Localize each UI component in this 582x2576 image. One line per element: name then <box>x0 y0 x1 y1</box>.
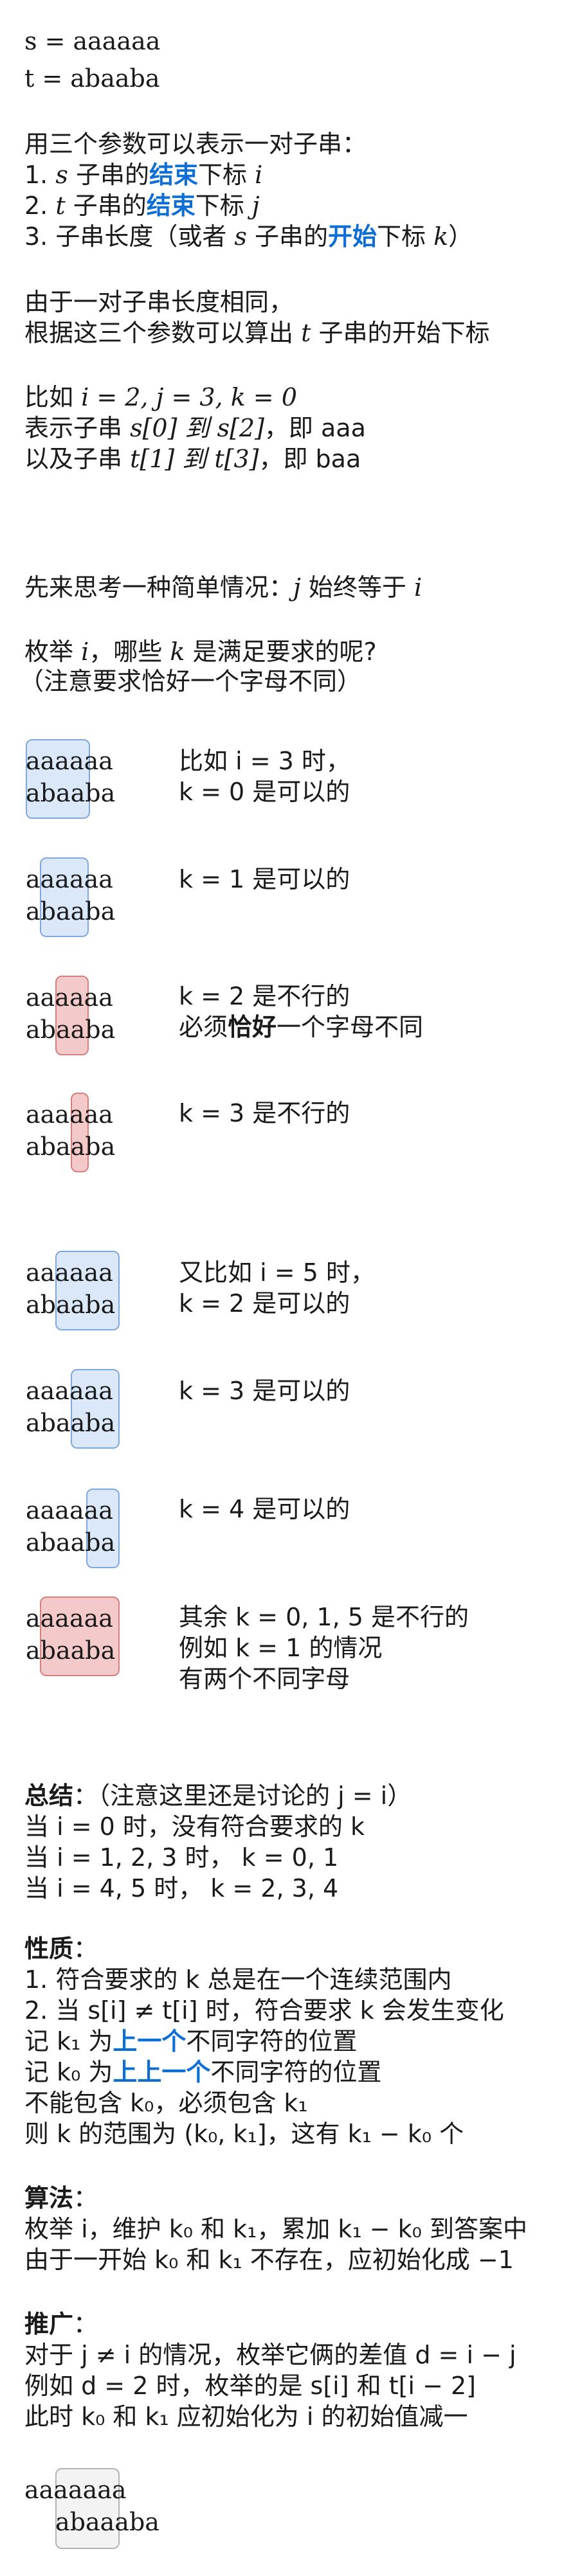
property-line-3: 记 k₁ 为上一个不同字符的位置 <box>24 2027 358 2055</box>
case-6-s: aaaaaa <box>26 1377 113 1405</box>
case-3-t: abaaba <box>26 1015 116 1044</box>
property-line-4: 记 k₀ 为上上一个不同字符的位置 <box>24 2058 382 2086</box>
generalize-title: 推广： <box>24 2310 98 2338</box>
case-1-desc-2: k = 0 是可以的 <box>179 778 350 806</box>
case-1-t: abaaba <box>26 779 116 807</box>
case-8-desc-2: 例如 k = 1 的情况 <box>179 1634 383 1662</box>
case-7-t: abaaba <box>26 1528 116 1557</box>
params-heading: 用三个参数可以表示一对子串： <box>24 130 367 158</box>
summary-line-1: 当 i = 0 时，没有符合要求的 k <box>24 1812 365 1841</box>
case-4-s: aaaaaa <box>26 1100 113 1129</box>
case-6-t: abaaba <box>26 1409 116 1437</box>
algorithm-title: 算法： <box>24 2184 98 2212</box>
param-item-2: 2. t 子串的结束下标 j <box>24 192 260 220</box>
case-1-s: aaaaaa <box>26 747 113 775</box>
case-8-desc-3: 有两个不同字母 <box>179 1665 350 1693</box>
simple-line-1: 先来思考一种简单情况：j 始终等于 i <box>24 573 423 602</box>
case-5-desc-1: 又比如 i = 5 时， <box>179 1258 375 1287</box>
summary-title: 总结：（注意这里还是讨论的 j = i） <box>24 1782 412 1810</box>
simple-line-2: 枚举 i，哪些 k 是满足要求的呢? <box>24 638 377 666</box>
example-line-3: 以及子串 t[1] 到 t[3]，即 baa <box>24 445 361 473</box>
case-4-t: abaaba <box>26 1132 116 1161</box>
summary-line-2: 当 i = 1, 2, 3 时， k = 0, 1 <box>24 1843 339 1872</box>
case-5-s: aaaaaa <box>26 1258 113 1287</box>
reason-line-1: 由于一对子串长度相同， <box>24 288 294 316</box>
case-7-desc-1: k = 4 是可以的 <box>179 1495 350 1523</box>
t-definition: t = abaaba <box>24 64 160 93</box>
case-2-s: aaaaaa <box>26 865 113 893</box>
case-8-s: aaaaaa <box>26 1604 113 1632</box>
case-8-desc-1: 其余 k = 0, 1, 5 是不行的 <box>179 1603 469 1631</box>
case-7-s: aaaaaa <box>26 1496 113 1525</box>
case-3-s: aaaaaa <box>26 983 113 1012</box>
case-8-t: abaaba <box>26 1636 116 1665</box>
case-2-t: abaaba <box>26 897 116 926</box>
property-line-6: 则 k 的范围为 (k₀, k₁]，这有 k₁ − k₀ 个 <box>24 2120 464 2148</box>
summary-line-3: 当 i = 4, 5 时， k = 2, 3, 4 <box>24 1874 339 1902</box>
final-t: abaaaba <box>55 2508 159 2536</box>
case-3-desc-1: k = 2 是不行的 <box>179 982 350 1010</box>
property-line-2: 2. 当 s[i] ≠ t[i] 时，符合要求 k 会发生变化 <box>24 1996 504 2025</box>
final-s: aaaaaaa <box>24 2476 127 2504</box>
case-4-desc-1: k = 3 是不行的 <box>179 1099 350 1127</box>
param-item-3: 3. 子串长度（或者 s 子串的开始下标 k） <box>24 222 473 251</box>
generalize-line-3: 此时 k₀ 和 k₁ 应初始化为 i 的初始值减一 <box>24 2402 468 2431</box>
case-2-desc-1: k = 1 是可以的 <box>179 865 350 893</box>
case-5-t: abaaba <box>26 1291 116 1319</box>
generalize-line-1: 对于 j ≠ i 的情况，枚举它俩的差值 d = i − j <box>24 2341 516 2369</box>
simple-line-3: （注意要求恰好一个字母不同） <box>19 667 362 695</box>
property-line-5: 不能包含 k₀，必须包含 k₁ <box>24 2089 308 2117</box>
case-1-desc-1: 比如 i = 3 时， <box>179 747 350 775</box>
s-definition: s = aaaaaa <box>24 27 161 55</box>
property-line-1: 1. 符合要求的 k 总是在一个连续范围内 <box>24 1965 452 1994</box>
property-title: 性质： <box>24 1935 98 1963</box>
case-3-desc-2: 必须恰好一个字母不同 <box>179 1013 424 1041</box>
example-line-2: 表示子串 s[0] 到 s[2]，即 aaa <box>24 414 366 442</box>
case-5-desc-2: k = 2 是可以的 <box>179 1289 350 1318</box>
algorithm-line-2: 由于一开始 k₀ 和 k₁ 不存在，应初始化成 −1 <box>24 2246 514 2274</box>
param-item-1: 1. s 子串的结束下标 i <box>24 161 263 189</box>
example-line-1: 比如 i = 2, j = 3, k = 0 <box>24 383 297 411</box>
reason-line-2: 根据这三个参数可以算出 t 子串的开始下标 <box>24 319 490 347</box>
generalize-line-2: 例如 d = 2 时，枚举的是 s[i] 和 t[i − 2] <box>24 2372 476 2400</box>
case-6-desc-1: k = 3 是可以的 <box>179 1377 350 1405</box>
algorithm-line-1: 枚举 i，维护 k₀ 和 k₁，累加 k₁ − k₀ 到答案中 <box>24 2215 527 2243</box>
